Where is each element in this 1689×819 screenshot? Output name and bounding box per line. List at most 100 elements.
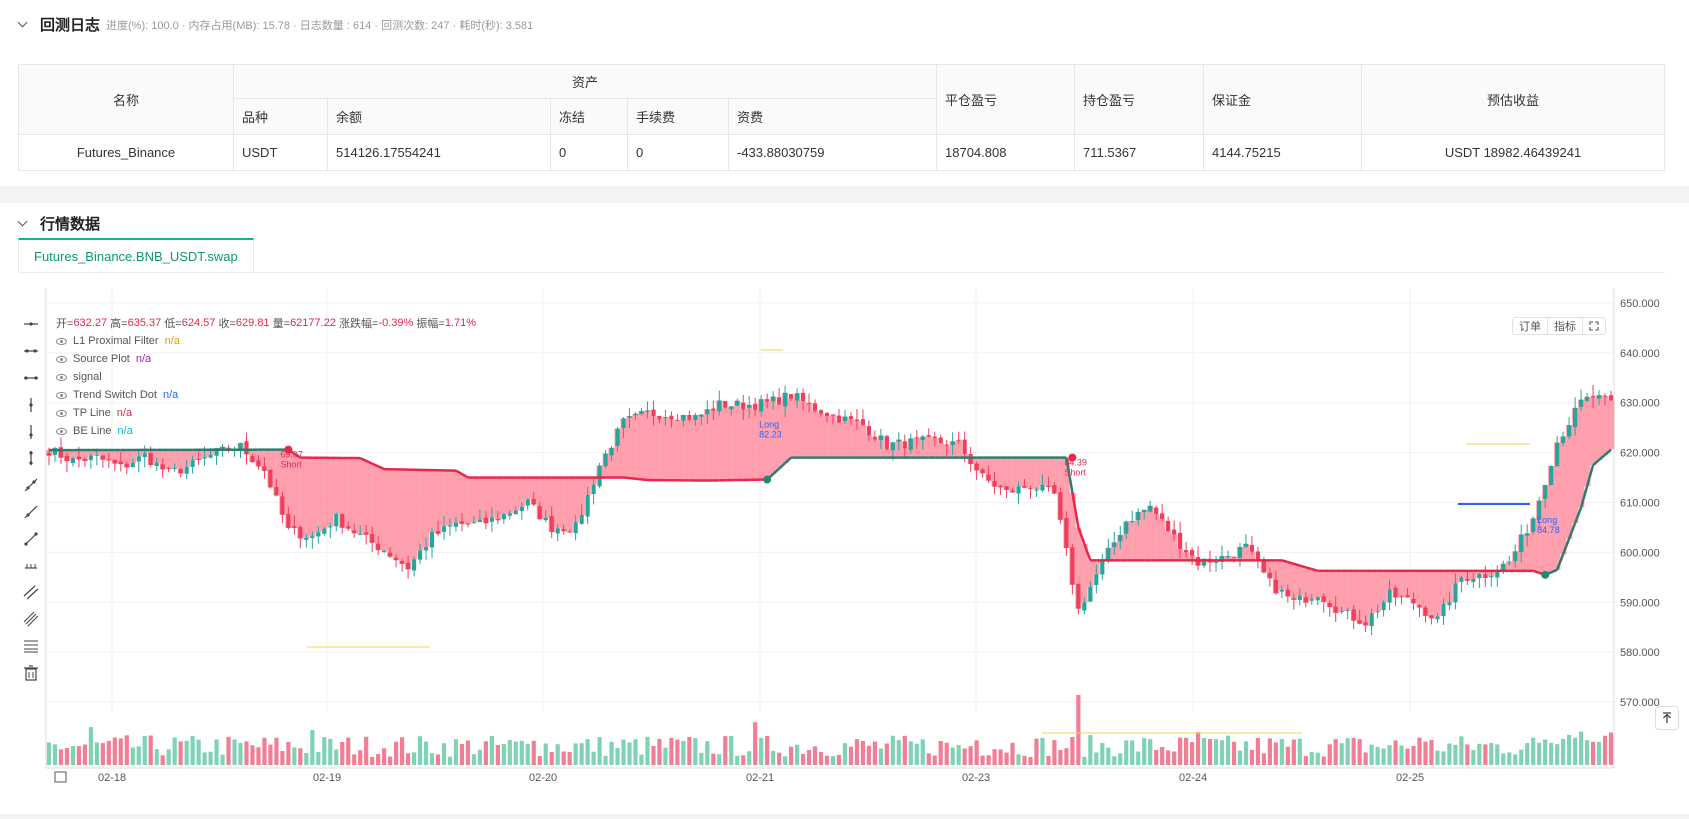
eye-icon[interactable]	[56, 410, 67, 417]
volume-bar	[1262, 753, 1266, 765]
legend-item-l1-filter[interactable]: L1 Proximal Filtern/a	[56, 332, 476, 350]
fill-band	[1399, 571, 1405, 597]
vertical-ray-icon[interactable]	[18, 418, 44, 445]
legend-item-source-plot[interactable]: Source Plotn/a	[56, 350, 476, 368]
fill-band	[764, 402, 770, 480]
candle-body	[1561, 436, 1565, 443]
vertical-segment-icon[interactable]	[18, 445, 44, 472]
order-button[interactable]: 订单	[1513, 318, 1548, 334]
fullscreen-icon[interactable]	[1583, 318, 1605, 334]
volume-bar	[1124, 740, 1128, 765]
candle-body	[1130, 521, 1134, 522]
candle-body	[562, 529, 566, 531]
volume-bar	[1453, 745, 1457, 765]
volume-bar	[693, 738, 697, 765]
volume-bar	[1352, 738, 1356, 765]
fill-band	[567, 478, 573, 533]
chart-canvas[interactable]: 650.000640.000630.000620.000610.000600.0…	[0, 203, 1689, 814]
fib-retracement-icon[interactable]	[18, 633, 44, 660]
volume-bar	[1112, 756, 1116, 765]
volume-bar	[490, 736, 494, 765]
candle-body	[1459, 577, 1463, 582]
scroll-to-latest-button[interactable]	[1655, 706, 1679, 730]
chevron-down-icon[interactable]	[18, 19, 28, 29]
vertical-line-icon[interactable]	[18, 391, 44, 418]
volume-bar	[1316, 753, 1320, 765]
volume-bar	[424, 742, 428, 765]
parallel-channel-icon[interactable]	[18, 579, 44, 606]
fill-band	[1584, 397, 1590, 486]
eye-icon[interactable]	[56, 428, 67, 435]
ray-line-icon[interactable]	[18, 499, 44, 526]
candle-body	[711, 408, 715, 410]
volume-bar	[484, 741, 488, 765]
fill-band	[333, 458, 339, 514]
volume-bar	[1609, 732, 1613, 765]
indicator-button[interactable]: 指标	[1548, 318, 1583, 334]
horizontal-line-icon[interactable]	[18, 311, 44, 338]
l1-filter-line	[1312, 569, 1318, 571]
x-tick-label: 02-24	[1179, 772, 1207, 784]
fill-band	[1434, 571, 1440, 617]
volume-bar	[65, 748, 69, 765]
candle-body	[981, 469, 985, 473]
horizontal-ray-icon[interactable]	[18, 338, 44, 365]
volume-bar	[1106, 748, 1110, 765]
volume-bar	[400, 737, 404, 765]
candle-body	[352, 530, 356, 533]
eye-icon[interactable]	[56, 374, 67, 381]
volume-bar	[1495, 744, 1499, 765]
ohlc-chg: -0.39%	[378, 317, 413, 329]
fill-band	[818, 414, 824, 458]
volume-bar	[376, 754, 380, 765]
volume-bar	[1376, 747, 1380, 765]
fill-band	[656, 419, 662, 480]
pitchfork-icon[interactable]	[18, 606, 44, 633]
candle-body	[406, 563, 410, 569]
legend-item-trend-switch[interactable]: Trend Switch Dotn/a	[56, 386, 476, 404]
trend-line-icon[interactable]	[18, 472, 44, 499]
signal-value: 82.23	[759, 430, 782, 440]
legend-item-signal[interactable]: signal	[56, 368, 476, 386]
price-chart[interactable]: 650.000640.000630.000620.000610.000600.0…	[0, 203, 1689, 814]
volume-bar	[137, 746, 141, 765]
signal-label: Long	[1537, 515, 1557, 525]
trash-icon[interactable]	[18, 659, 44, 686]
fill-band	[447, 470, 453, 525]
legend-label: signal	[73, 371, 102, 383]
volume-bar	[1513, 754, 1517, 765]
volume-bar	[1118, 753, 1122, 765]
volume-bar	[1250, 750, 1254, 765]
volume-bar	[304, 753, 308, 765]
volume-bar	[280, 751, 284, 765]
eye-icon[interactable]	[56, 392, 67, 399]
y-tick-label: 580.000	[1620, 647, 1660, 659]
legend-item-be-line[interactable]: BE Linen/a	[56, 422, 476, 440]
volume-bar	[1226, 736, 1230, 765]
price-range-icon[interactable]	[18, 552, 44, 579]
col-close-pnl: 平仓盈亏	[937, 65, 1075, 135]
volume-bar	[149, 736, 153, 765]
volume-bar	[143, 736, 147, 765]
ohlc-vol: 62177.22	[290, 317, 336, 329]
candle-body	[382, 551, 386, 552]
legend-label: Trend Switch Dot	[73, 389, 157, 401]
legend-item-tp-line[interactable]: TP Linen/a	[56, 404, 476, 422]
candle-body	[592, 485, 596, 495]
candle-body	[603, 453, 607, 466]
eye-icon[interactable]	[56, 338, 67, 345]
col-assets: 资产	[234, 65, 937, 99]
eye-icon[interactable]	[56, 356, 67, 363]
volume-bar	[1597, 742, 1601, 765]
candle-body	[663, 417, 667, 418]
extended-line-icon[interactable]	[18, 365, 44, 392]
ohlc-readout: 开=632.27 高=635.37 低=624.57 收=629.81 量=62…	[56, 314, 476, 332]
volume-bar	[262, 738, 266, 765]
volume-bar	[77, 746, 81, 765]
fill-band	[471, 478, 477, 523]
signal-value: Short	[280, 460, 302, 470]
segment-line-icon[interactable]	[18, 525, 44, 552]
log-header[interactable]: 回测日志 进度(%): 100.0 · 内存占用(MB): 15.78 · 日志…	[18, 14, 533, 34]
volume-bar	[436, 754, 440, 765]
chart-legend: 开=632.27 高=635.37 低=624.57 收=629.81 量=62…	[56, 314, 476, 440]
